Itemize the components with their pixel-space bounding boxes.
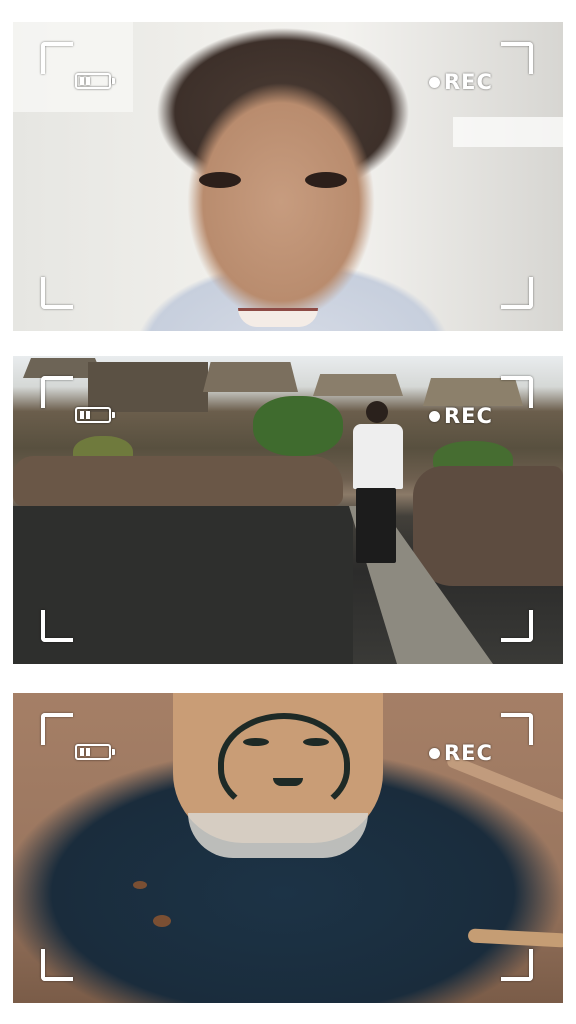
record-dot-icon — [429, 76, 440, 88]
viewfinder-corner-top-left — [41, 713, 73, 745]
battery-icon — [75, 744, 115, 760]
logo-eye — [243, 738, 269, 746]
coffee-cup-photo — [13, 693, 563, 1003]
viewfinder-corner-bottom-left — [41, 277, 73, 309]
viewfinder-corner-bottom-right — [501, 277, 533, 309]
selfie-photo — [13, 22, 563, 331]
battery-icon — [75, 73, 115, 89]
person-shirt — [353, 424, 403, 489]
viewfinder-corner-bottom-left — [41, 949, 73, 981]
rocks — [413, 466, 563, 586]
bush — [253, 396, 343, 456]
logo-mouth — [273, 778, 303, 786]
photo-frame-coffee: REC — [13, 693, 563, 1003]
person-head — [366, 401, 388, 423]
rec-label: REC — [444, 741, 493, 765]
left-eye — [199, 172, 241, 188]
rec-indicator: REC — [429, 70, 493, 94]
logo-outline — [218, 713, 350, 815]
rec-label: REC — [444, 70, 493, 94]
viewfinder-corner-top-left — [41, 376, 73, 408]
crumb — [153, 915, 171, 927]
battery-icon — [75, 407, 115, 423]
viewfinder-corner-top-left — [41, 42, 73, 74]
viewfinder-corner-bottom-right — [501, 610, 533, 642]
hut-roof — [313, 374, 403, 396]
photo-frame-river: REC — [13, 356, 563, 664]
window-light — [13, 22, 133, 112]
hut — [88, 362, 208, 412]
viewfinder-corner-top-right — [501, 42, 533, 74]
viewfinder-corner-top-right — [501, 376, 533, 408]
hut-roof — [203, 362, 298, 392]
smile — [238, 308, 318, 327]
viewfinder-corner-bottom-right — [501, 949, 533, 981]
person-pants — [356, 488, 396, 563]
viewfinder-corner-top-right — [501, 713, 533, 745]
viewfinder-corner-bottom-left — [41, 610, 73, 642]
river-photo — [13, 356, 563, 664]
crumb — [133, 881, 147, 889]
record-dot-icon — [429, 747, 440, 759]
record-dot-icon — [429, 410, 440, 422]
rocks — [13, 456, 343, 506]
wooden-stick — [467, 928, 563, 948]
rec-indicator: REC — [429, 404, 493, 428]
rec-label: REC — [444, 404, 493, 428]
logo-eye — [303, 738, 329, 746]
photo-frame-selfie: REC — [13, 22, 563, 331]
ceiling-light — [453, 117, 563, 147]
cup-rim — [188, 813, 368, 858]
right-eye — [305, 172, 347, 188]
rec-indicator: REC — [429, 741, 493, 765]
